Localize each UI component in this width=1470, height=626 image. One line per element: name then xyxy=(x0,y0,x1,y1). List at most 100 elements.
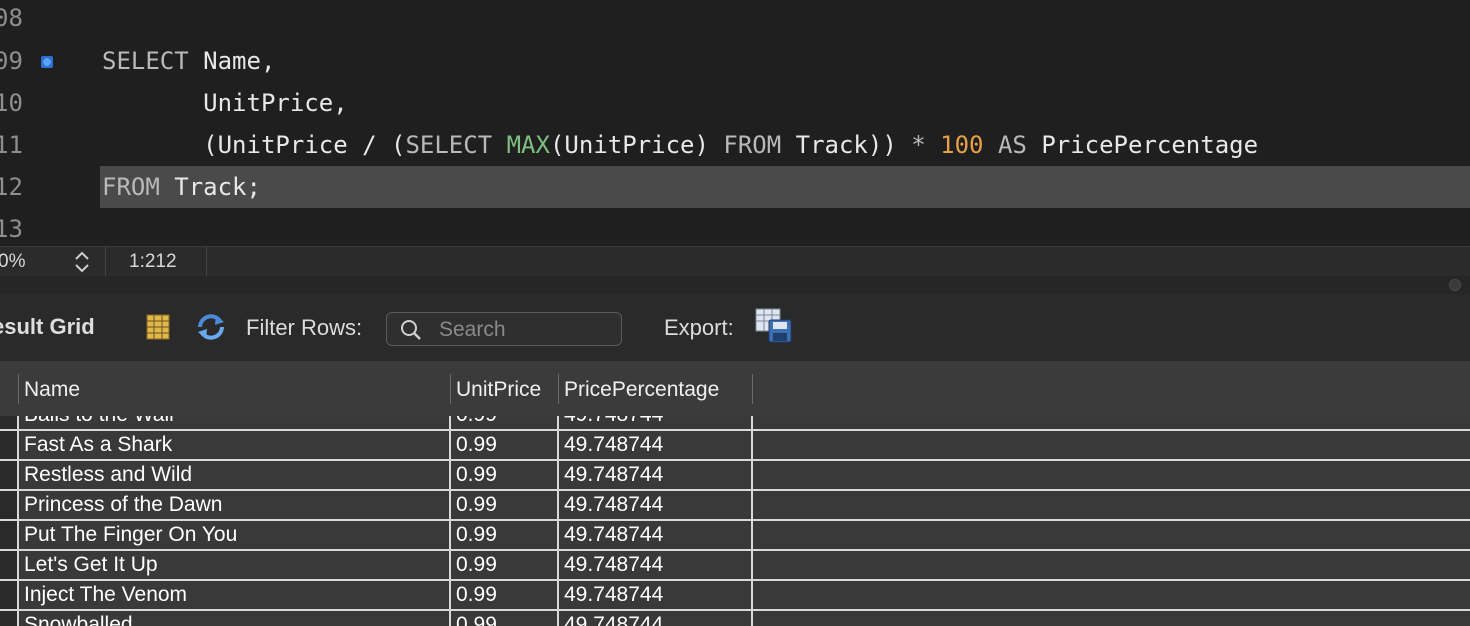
cell-name[interactable]: Restless and Wild xyxy=(19,461,451,489)
keyword: FROM xyxy=(723,131,782,159)
cell-unitprice[interactable]: 0.99 xyxy=(451,611,559,626)
result-toolbar: esult Grid Filter Rows: Export: xyxy=(0,294,1470,362)
keyword: AS xyxy=(997,131,1027,159)
column-divider[interactable] xyxy=(752,374,753,404)
line-number: 10 xyxy=(0,89,23,117)
cell-unitprice[interactable]: 0.99 xyxy=(451,416,559,429)
number-literal: 100 xyxy=(940,131,984,159)
table-row[interactable]: Inject The Venom 0.99 49.748744 xyxy=(0,581,1470,611)
row-selector[interactable] xyxy=(0,491,19,519)
search-input[interactable] xyxy=(437,316,617,344)
editor-status-bar: 0% 1:212 xyxy=(0,246,1470,277)
empty-cell xyxy=(753,551,1470,579)
cell-pricepercentage[interactable]: 49.748744 xyxy=(559,521,753,549)
code-text: UnitPrice, xyxy=(102,82,348,124)
cell-pricepercentage[interactable]: 49.748744 xyxy=(559,491,753,519)
grid-body[interactable]: Balls to the Wall 0.99 49.748744 Fast As… xyxy=(0,416,1470,626)
editor-line[interactable]: 11 (UnitPrice / (SELECT MAX(UnitPrice) F… xyxy=(0,124,1470,166)
cell-pricepercentage[interactable]: 49.748744 xyxy=(559,431,753,459)
line-number: 11 xyxy=(0,131,23,159)
grid-header: Name UnitPrice PricePercentage xyxy=(0,362,1470,417)
cell-name[interactable]: Let's Get It Up xyxy=(19,551,451,579)
line-number: 13 xyxy=(0,215,23,243)
empty-cell xyxy=(753,611,1470,626)
column-header-pricepercentage[interactable]: PricePercentage xyxy=(559,362,753,416)
editor-line[interactable]: 08 xyxy=(0,0,1470,39)
cell-unitprice[interactable]: 0.99 xyxy=(451,461,559,489)
cursor-position: 1:212 xyxy=(129,251,177,272)
code-text: SELECT Name, xyxy=(102,40,275,82)
cell-pricepercentage[interactable]: 49.748744 xyxy=(559,416,753,429)
editor-line[interactable]: 09 SELECT Name, xyxy=(0,40,1470,82)
table-row[interactable]: Let's Get It Up 0.99 49.748744 xyxy=(0,551,1470,581)
identifier: PricePercentage xyxy=(1041,131,1259,159)
grid-layout-icon[interactable] xyxy=(146,314,170,340)
row-selector[interactable] xyxy=(0,551,19,579)
table-row[interactable]: Princess of the Dawn 0.99 49.748744 xyxy=(0,491,1470,521)
identifier: Track)) xyxy=(795,131,897,159)
current-line-highlight xyxy=(100,166,1470,208)
row-selector[interactable] xyxy=(0,521,19,549)
cell-name[interactable]: Fast As a Shark xyxy=(19,431,451,459)
editor-line[interactable]: 13 xyxy=(0,208,1470,246)
row-selector[interactable] xyxy=(0,431,19,459)
cell-name[interactable]: Balls to the Wall xyxy=(19,416,451,429)
empty-cell xyxy=(753,581,1470,609)
identifier: Name, xyxy=(203,47,276,75)
result-grid-title: esult Grid xyxy=(0,314,95,339)
cell-pricepercentage[interactable]: 49.748744 xyxy=(559,551,753,579)
line-number: 12 xyxy=(0,173,23,201)
search-icon xyxy=(399,318,423,342)
table-row[interactable]: Balls to the Wall 0.99 49.748744 xyxy=(0,416,1470,431)
table-row[interactable]: Restless and Wild 0.99 49.748744 xyxy=(0,461,1470,491)
export-icon[interactable] xyxy=(755,308,793,344)
row-selector[interactable] xyxy=(0,416,19,429)
empty-cell xyxy=(753,461,1470,489)
cell-pricepercentage[interactable]: 49.748744 xyxy=(559,611,753,626)
refresh-icon[interactable] xyxy=(196,313,226,341)
expression: (UnitPrice / ( xyxy=(203,131,406,159)
cell-unitprice[interactable]: 0.99 xyxy=(451,491,559,519)
code-text: FROM Track; xyxy=(102,166,261,208)
row-selector[interactable] xyxy=(0,581,19,609)
filter-rows-label: Filter Rows: xyxy=(246,315,363,340)
cell-name[interactable]: Put The Finger On You xyxy=(19,521,451,549)
cell-unitprice[interactable]: 0.99 xyxy=(451,431,559,459)
empty-cell xyxy=(753,521,1470,549)
row-selector[interactable] xyxy=(0,611,19,626)
line-number: 08 xyxy=(0,4,23,32)
column-header-unitprice[interactable]: UnitPrice xyxy=(451,362,559,416)
sql-editor[interactable]: 08 09 SELECT Name, 10 UnitPrice, 11 (Uni… xyxy=(0,0,1470,246)
table-row[interactable]: Fast As a Shark 0.99 49.748744 xyxy=(0,431,1470,461)
column-header-name[interactable]: Name xyxy=(19,362,451,416)
result-grid[interactable]: Name UnitPrice PricePercentage Balls to … xyxy=(0,362,1470,626)
empty-cell xyxy=(753,491,1470,519)
splitter-handle[interactable] xyxy=(1449,279,1461,291)
cell-unitprice[interactable]: 0.99 xyxy=(451,551,559,579)
expression: (UnitPrice) xyxy=(549,131,709,159)
panel-splitter[interactable] xyxy=(0,276,1470,294)
line-number: 09 xyxy=(0,47,23,75)
identifier: UnitPrice, xyxy=(203,89,348,117)
table-row[interactable]: Snowballed 0.99 49.748744 xyxy=(0,611,1470,626)
cell-name[interactable]: Inject The Venom xyxy=(19,581,451,609)
cell-pricepercentage[interactable]: 49.748744 xyxy=(559,581,753,609)
row-selector[interactable] xyxy=(0,461,19,489)
export-label: Export: xyxy=(664,315,734,340)
table-row[interactable]: Put The Finger On You 0.99 49.748744 xyxy=(0,521,1470,551)
zoom-stepper-icon[interactable] xyxy=(72,250,92,274)
cell-name[interactable]: Princess of the Dawn xyxy=(19,491,451,519)
cell-name[interactable]: Snowballed xyxy=(19,611,451,626)
identifier: Track; xyxy=(174,173,261,201)
code-text: (UnitPrice / (SELECT MAX(UnitPrice) FROM… xyxy=(102,124,1258,166)
cell-pricepercentage[interactable]: 49.748744 xyxy=(559,461,753,489)
operator: * xyxy=(911,131,926,159)
cell-unitprice[interactable]: 0.99 xyxy=(451,521,559,549)
statement-marker-icon[interactable] xyxy=(41,56,53,68)
cell-unitprice[interactable]: 0.99 xyxy=(451,581,559,609)
editor-line[interactable]: 10 UnitPrice, xyxy=(0,82,1470,124)
keyword: FROM xyxy=(102,173,160,201)
divider xyxy=(105,247,106,277)
editor-line-current[interactable]: 12 FROM Track; xyxy=(0,166,1470,208)
filter-search-box[interactable] xyxy=(386,312,622,346)
